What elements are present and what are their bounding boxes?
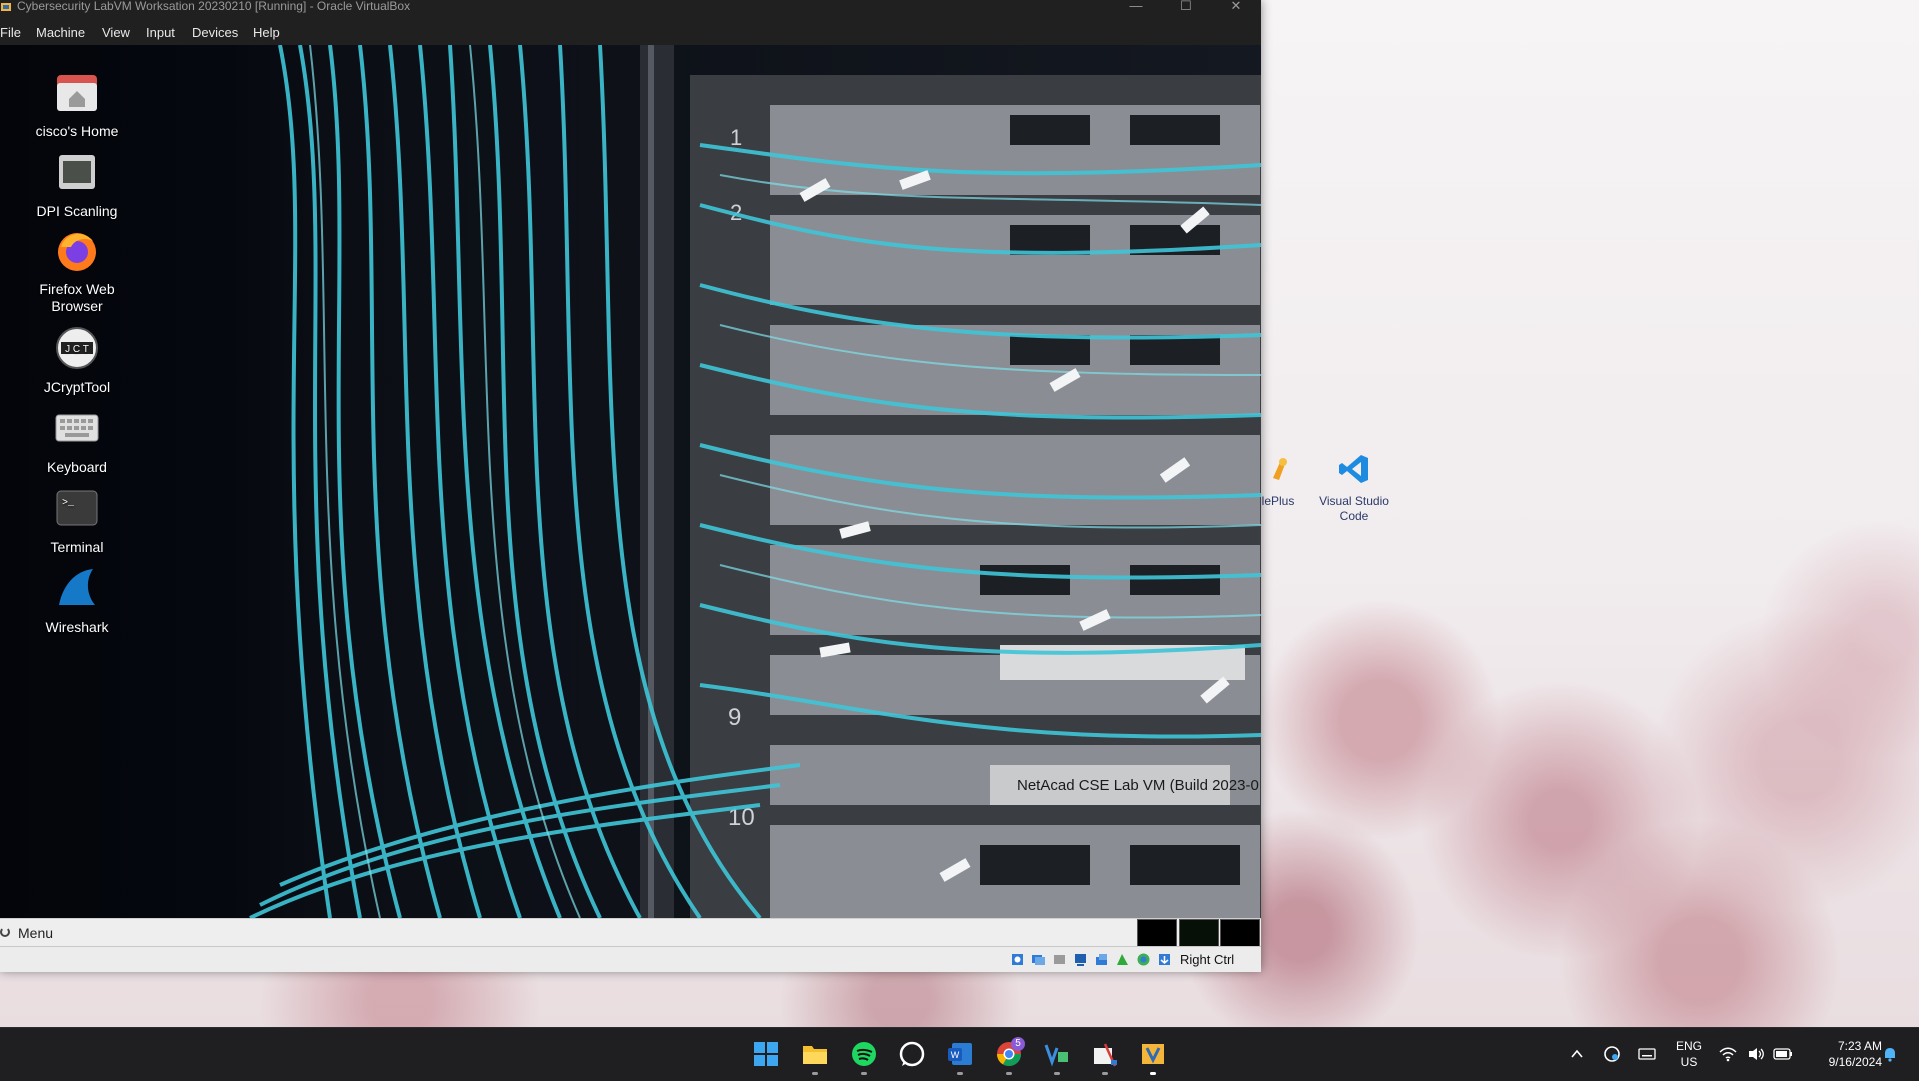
virtualbox-window: Cybersecurity LabVM Worksation 20230210 … [0, 0, 1261, 972]
running-indicator [1006, 1072, 1012, 1075]
vpn-tray-icon[interactable] [1603, 1045, 1621, 1063]
menu-devices[interactable]: Devices [192, 25, 238, 40]
shared-folders-icon[interactable] [1115, 952, 1130, 967]
chrome-notification-badge: 5 [1011, 1037, 1025, 1051]
snipping-tool-icon[interactable] [1091, 1040, 1119, 1068]
window-titlebar[interactable]: Cybersecurity LabVM Worksation 20230210 … [0, 0, 1261, 15]
app-icon [1273, 458, 1287, 480]
menu-icon[interactable] [0, 927, 10, 937]
firefox-icon [58, 233, 96, 271]
windows-start-icon[interactable] [752, 1040, 780, 1068]
menu-file[interactable]: File [0, 25, 21, 40]
terminal-icon: >_ [56, 490, 98, 526]
keyboard-icon [55, 414, 99, 442]
battery-icon[interactable] [1773, 1047, 1793, 1061]
region-label: US [1680, 1055, 1698, 1069]
lab-vm-build-watermark: NetAcad CSE Lab VM (Build 2023-0 [1017, 777, 1259, 794]
usb-icon[interactable] [1094, 952, 1109, 967]
svg-text:1: 1 [730, 125, 742, 150]
window-title: Cybersecurity LabVM Worksation 20230210 … [17, 0, 411, 13]
guest-icon-label: DPI Scanling [36, 203, 118, 219]
hard-disk-icon[interactable] [1010, 952, 1025, 967]
clock[interactable]: 7:23 AM 9/16/2024 [1800, 1038, 1882, 1070]
running-indicator [957, 1072, 963, 1075]
host-desktop-icon-vscode[interactable]: Visual Studio Code [1314, 452, 1394, 524]
wireshark-icon [59, 569, 95, 605]
maximize-button[interactable]: ☐ [1163, 0, 1209, 15]
guest-icon-label: cisco's Home [35, 123, 119, 139]
running-indicator [1054, 1072, 1060, 1075]
wifi-icon[interactable] [1719, 1046, 1737, 1062]
word-icon[interactable]: W [946, 1040, 974, 1068]
notification-bell-icon[interactable] [1882, 1046, 1898, 1062]
guest-screen[interactable]: 1 2 9 10 cisco's Home DPI Scanling Firef… [0, 45, 1261, 918]
guest-icon-label: Wireshark [45, 619, 109, 635]
keyboard-tray-icon[interactable] [1638, 1046, 1656, 1062]
guest-icon-label: JCryptTool [43, 379, 111, 395]
menu-machine[interactable]: Machine [36, 25, 85, 40]
svg-text:W: W [951, 1050, 960, 1060]
guest-icon-jcrypttool[interactable]: J C T JCryptTool [28, 325, 126, 396]
image-folder-icon [59, 155, 95, 189]
workspace-3[interactable] [1220, 919, 1260, 947]
vscode-icon [1339, 455, 1368, 483]
virtualbox-app-icon [1, 3, 11, 11]
language-label: ENG [1675, 1039, 1702, 1053]
network-icon[interactable] [1073, 952, 1088, 967]
display-icon[interactable] [1136, 952, 1151, 967]
menu-help[interactable]: Help [253, 25, 280, 40]
guest-icon-label: Keyboard [47, 459, 107, 475]
close-button[interactable]: ✕ [1213, 0, 1259, 15]
running-indicator [1102, 1072, 1108, 1075]
guest-icon-label: Terminal [50, 539, 104, 555]
guest-icon-wireshark[interactable]: Wireshark [28, 565, 126, 636]
menu-input[interactable]: Input [146, 25, 175, 40]
virtualbox-vm-icon[interactable] [1139, 1040, 1167, 1068]
optical-drive-icon[interactable] [1031, 952, 1046, 967]
svg-text:9: 9 [728, 704, 741, 731]
menubar: File Machine View Input Devices Help [0, 19, 1261, 45]
chevron-up-icon[interactable] [1570, 1047, 1584, 1061]
guest-icon-keyboard[interactable]: Keyboard [28, 405, 126, 476]
svg-text:>_: >_ [62, 498, 75, 509]
running-indicator [861, 1072, 867, 1075]
mouse-integration-icon[interactable] [1157, 952, 1172, 967]
host-icon-label: Visual Studio Code [1319, 494, 1389, 523]
clock-date: 9/16/2024 [1828, 1055, 1882, 1069]
guest-icon-firefox[interactable]: Firefox Web Browser [28, 227, 126, 315]
audio-icon[interactable] [1052, 952, 1067, 967]
running-indicator [812, 1072, 818, 1075]
guest-icon-home[interactable]: cisco's Home [28, 69, 126, 140]
spotify-icon[interactable] [850, 1040, 878, 1068]
menu-view[interactable]: View [102, 25, 130, 40]
running-indicator [1150, 1072, 1156, 1075]
svg-text:J C T: J C T [65, 344, 89, 355]
minimize-button[interactable]: — [1113, 0, 1159, 15]
workspace-2[interactable] [1179, 919, 1219, 947]
clock-time: 7:23 AM [1837, 1039, 1882, 1053]
language-indicator[interactable]: ENG US [1673, 1038, 1705, 1070]
virtualbox-icon[interactable] [1043, 1040, 1071, 1068]
whatsapp-icon[interactable] [898, 1040, 926, 1068]
guest-icon-terminal[interactable]: >_ Terminal [28, 485, 126, 556]
guest-bottom-panel: Menu [0, 918, 1261, 947]
home-folder-icon [57, 75, 97, 111]
windows-taskbar: W 5 ENG US 7:23 AM 9/16/2024 [0, 1027, 1919, 1081]
guest-icon-dpi-scanling[interactable]: DPI Scanling [28, 149, 126, 220]
guest-icon-label: Firefox Web Browser [39, 281, 115, 314]
vbox-statusbar: Right Ctrl [0, 946, 1261, 972]
jcrypttool-icon: J C T [56, 327, 98, 369]
workspace-1[interactable] [1137, 919, 1177, 947]
guest-menu-button[interactable]: Menu [18, 925, 53, 941]
host-key-label[interactable]: Right Ctrl [1180, 952, 1234, 967]
volume-icon[interactable] [1747, 1046, 1765, 1062]
file-explorer-icon[interactable] [801, 1040, 829, 1068]
